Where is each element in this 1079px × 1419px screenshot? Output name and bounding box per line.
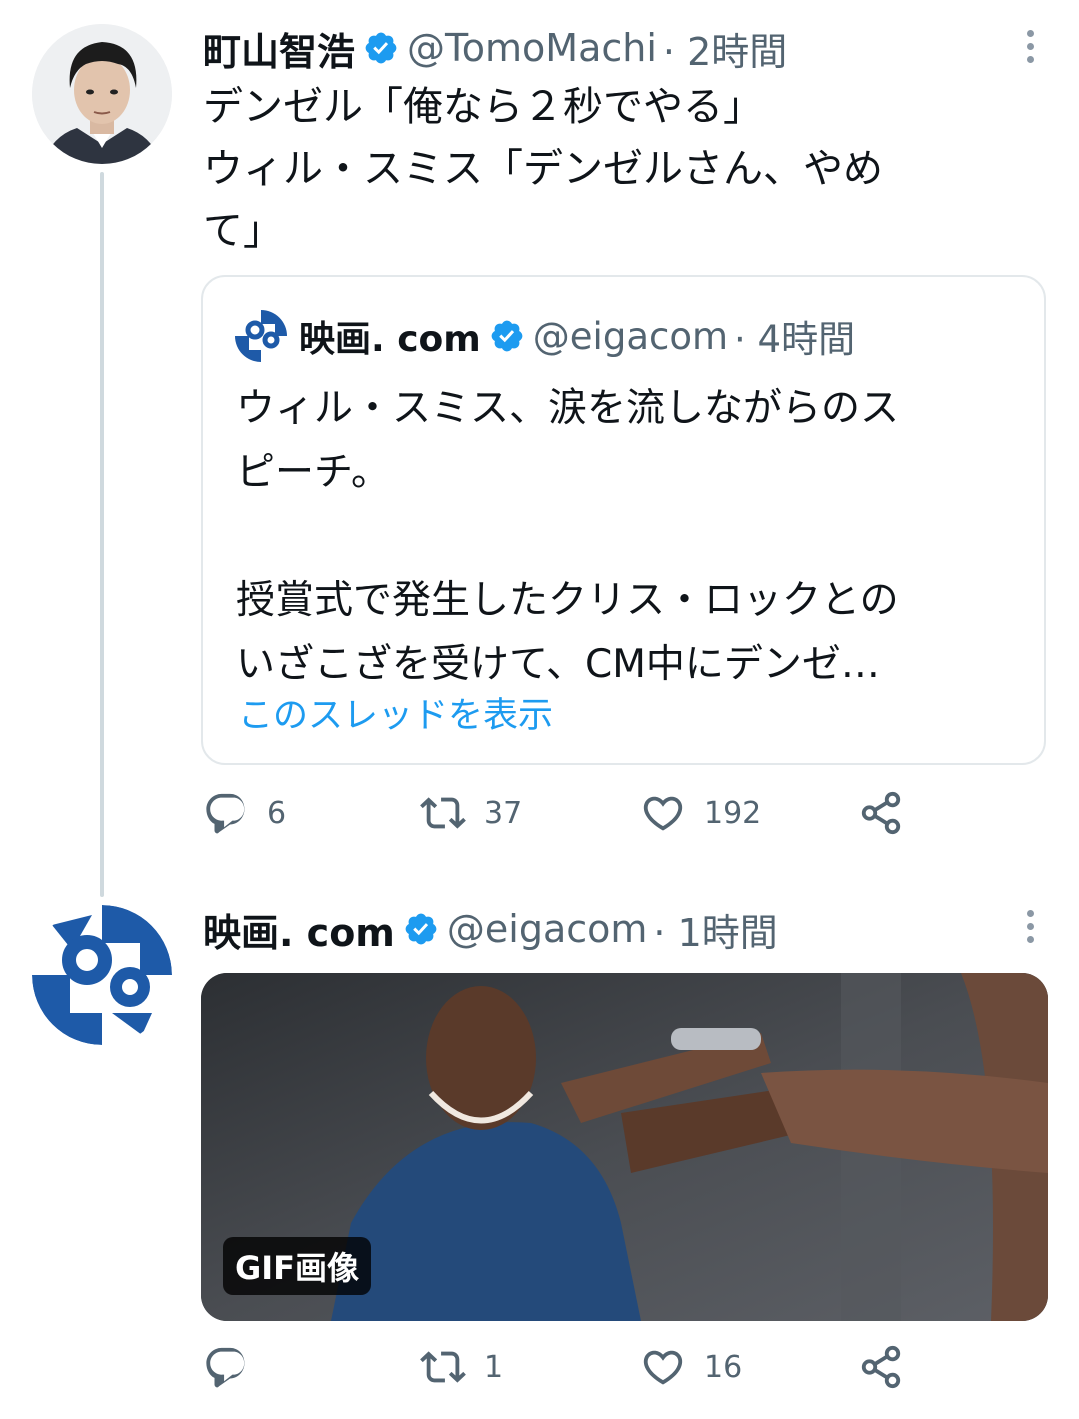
more-icon[interactable] (1027, 30, 1037, 63)
retweet-icon (420, 1351, 466, 1383)
tweet1-text: デンゼル「俺なら２秒でやる」 ウィル・スミス「デンゼルさん、やめ て」 (203, 76, 883, 262)
tweet1-timestamp[interactable]: · 2時間 (663, 21, 787, 76)
like-icon (643, 1350, 683, 1385)
like-icon (643, 796, 683, 831)
tweet1-handle[interactable]: @TomoMachi (407, 26, 657, 70)
more-icon[interactable] (1027, 910, 1037, 943)
avatar-eigacom[interactable] (32, 905, 172, 1045)
share-button[interactable] (858, 790, 904, 836)
quote-text-line: 授賞式で発生したクリス・ロックとの (236, 578, 899, 623)
verified-icon (365, 32, 397, 64)
like-count: 192 (704, 795, 762, 831)
tweet2-timestamp[interactable]: · 1時間 (653, 902, 777, 957)
gif-media[interactable]: GIF画像 (201, 973, 1048, 1321)
reply-icon (206, 1347, 245, 1388)
quote-header: 映画. com @eigacom · 4時間 (235, 309, 855, 363)
reply-icon (206, 793, 245, 834)
quote-text: ウィル・スミス、涙を流しながらのス ピーチ。 授賞式で発生したクリス・ロックとの… (236, 377, 1026, 697)
verified-icon (405, 913, 437, 945)
tweet1-text-line: デンゼル「俺なら２秒でやる」 (203, 84, 763, 130)
reply-button[interactable]: 6 (203, 790, 286, 836)
retweet-count: 37 (484, 795, 523, 831)
thread-connector-line (100, 172, 104, 897)
quote-text-line: ウィル・スミス、涙を流しながらのス (236, 386, 900, 431)
tweet2-header: 映画. com @eigacom · 1時間 (203, 903, 778, 955)
like-button[interactable]: 192 (640, 790, 761, 836)
gif-badge: GIF画像 (223, 1237, 372, 1295)
quote-text-line: ピーチ。 (236, 450, 391, 495)
share-button[interactable] (858, 1344, 904, 1390)
eigacom-avatar-small[interactable] (235, 310, 287, 362)
tweet2-handle[interactable]: @eigacom (447, 907, 648, 951)
like-button[interactable]: 16 (640, 1344, 742, 1390)
tweet2-author-name[interactable]: 映画. com (203, 902, 395, 957)
tweet1-text-line: て」 (203, 208, 283, 254)
retweet-button[interactable]: 37 (420, 790, 522, 836)
retweet-count: 1 (484, 1349, 504, 1385)
share-icon (861, 1345, 901, 1389)
avatar-tomomachi[interactable] (32, 24, 172, 164)
quote-text-line (236, 505, 1026, 569)
tweet1-header: 町山智浩 @TomoMachi · 2時間 (203, 22, 787, 74)
share-icon (861, 791, 901, 835)
tweet1-author-name[interactable]: 町山智浩 (203, 21, 355, 76)
quote-timestamp: · 4時間 (734, 318, 856, 361)
show-thread-link[interactable]: このスレッドを表示 (238, 687, 553, 738)
quote-handle[interactable]: @eigacom (533, 315, 728, 358)
tweet1-text-line: ウィル・スミス「デンゼルさん、やめ (203, 146, 883, 192)
quoted-tweet-card[interactable]: 映画. com @eigacom · 4時間 ウィル・スミス、涙を流しながらのス… (201, 275, 1046, 765)
tweet1-actions: 6 37 192 (203, 790, 923, 850)
verified-icon (491, 320, 523, 352)
reply-button[interactable] (203, 1344, 267, 1390)
quote-author-name[interactable]: 映画. com (299, 310, 481, 362)
retweet-icon (420, 797, 466, 829)
retweet-button[interactable]: 1 (420, 1344, 503, 1390)
reply-count: 6 (267, 795, 287, 831)
like-count: 16 (704, 1349, 743, 1385)
tweet2-actions: 1 16 (203, 1344, 923, 1404)
